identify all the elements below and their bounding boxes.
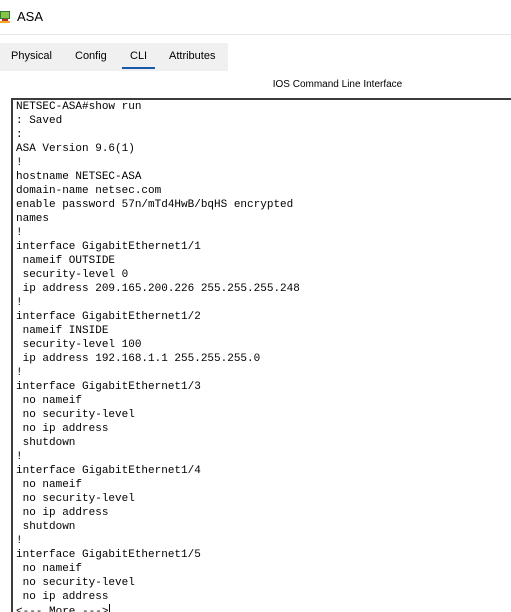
console-line: no nameif: [16, 395, 83, 407]
console-line: shutdown: [16, 437, 76, 449]
console-line: <--- More --->: [16, 604, 300, 612]
console-line: shutdown: [16, 521, 76, 533]
cli-console[interactable]: NETSEC-ASA#show run : Saved: ASA Version 9…: [11, 98, 511, 612]
console-line: security-level 0: [16, 269, 129, 281]
console-line: domain-name netsec.com: [16, 185, 162, 197]
tab-physical[interactable]: Physical: [11, 50, 52, 62]
console-line: hostname NETSEC-ASA: [16, 171, 142, 183]
console-line: !: [16, 227, 23, 239]
console-line: no security-level: [16, 577, 135, 589]
tab-attributes[interactable]: Attributes: [169, 50, 215, 62]
console-line: no ip address: [16, 423, 109, 435]
title-bar: ASA: [0, 0, 511, 35]
packet-tracer-icon: [0, 11, 10, 23]
console-line: interface GigabitEthernet1/3: [16, 381, 201, 393]
console-line: !: [16, 451, 23, 463]
console-output: NETSEC-ASA#show run : Saved: ASA Version 9…: [16, 100, 300, 612]
console-line: interface GigabitEthernet1/1: [16, 241, 201, 253]
console-line: no nameif: [16, 479, 83, 491]
console-line: no ip address: [16, 591, 109, 603]
console-line: : Saved: [16, 115, 63, 127]
console-line: nameif INSIDE: [16, 325, 109, 337]
console-line: enable password 57n/mTd4HwB/bqHS encrypt…: [16, 199, 294, 211]
console-line: ASA Version 9.6(1): [16, 143, 135, 155]
tab-cli[interactable]: CLI: [121, 50, 156, 69]
console-line: no ip address: [16, 507, 109, 519]
cli-heading: IOS Command Line Interface: [272, 79, 403, 90]
console-line: interface GigabitEthernet1/2: [16, 311, 201, 323]
console-line: !: [16, 297, 23, 309]
console-line: NETSEC-ASA#show run: [16, 101, 142, 113]
console-line: interface GigabitEthernet1/4: [16, 465, 201, 477]
console-line: no security-level: [16, 409, 135, 421]
text-cursor: [109, 604, 111, 612]
tab-config[interactable]: Config: [75, 50, 107, 62]
window-title: ASA: [17, 9, 44, 24]
console-line: security-level 100: [16, 339, 142, 351]
console-line: !: [16, 367, 23, 379]
console-line: interface GigabitEthernet1/5: [16, 549, 201, 561]
console-line: no security-level: [16, 493, 135, 505]
console-line: nameif OUTSIDE: [16, 255, 116, 267]
console-line: ip address 209.165.200.226 255.255.255.2…: [16, 283, 300, 295]
console-line: !: [16, 535, 23, 547]
console-line: names: [16, 213, 50, 225]
console-line: !: [16, 157, 23, 169]
console-line: no nameif: [16, 563, 83, 575]
tab-bar: Physical Config CLI Attributes: [0, 43, 511, 71]
console-line: :: [16, 129, 23, 141]
console-line: ip address 192.168.1.1 255.255.255.0: [16, 353, 261, 365]
